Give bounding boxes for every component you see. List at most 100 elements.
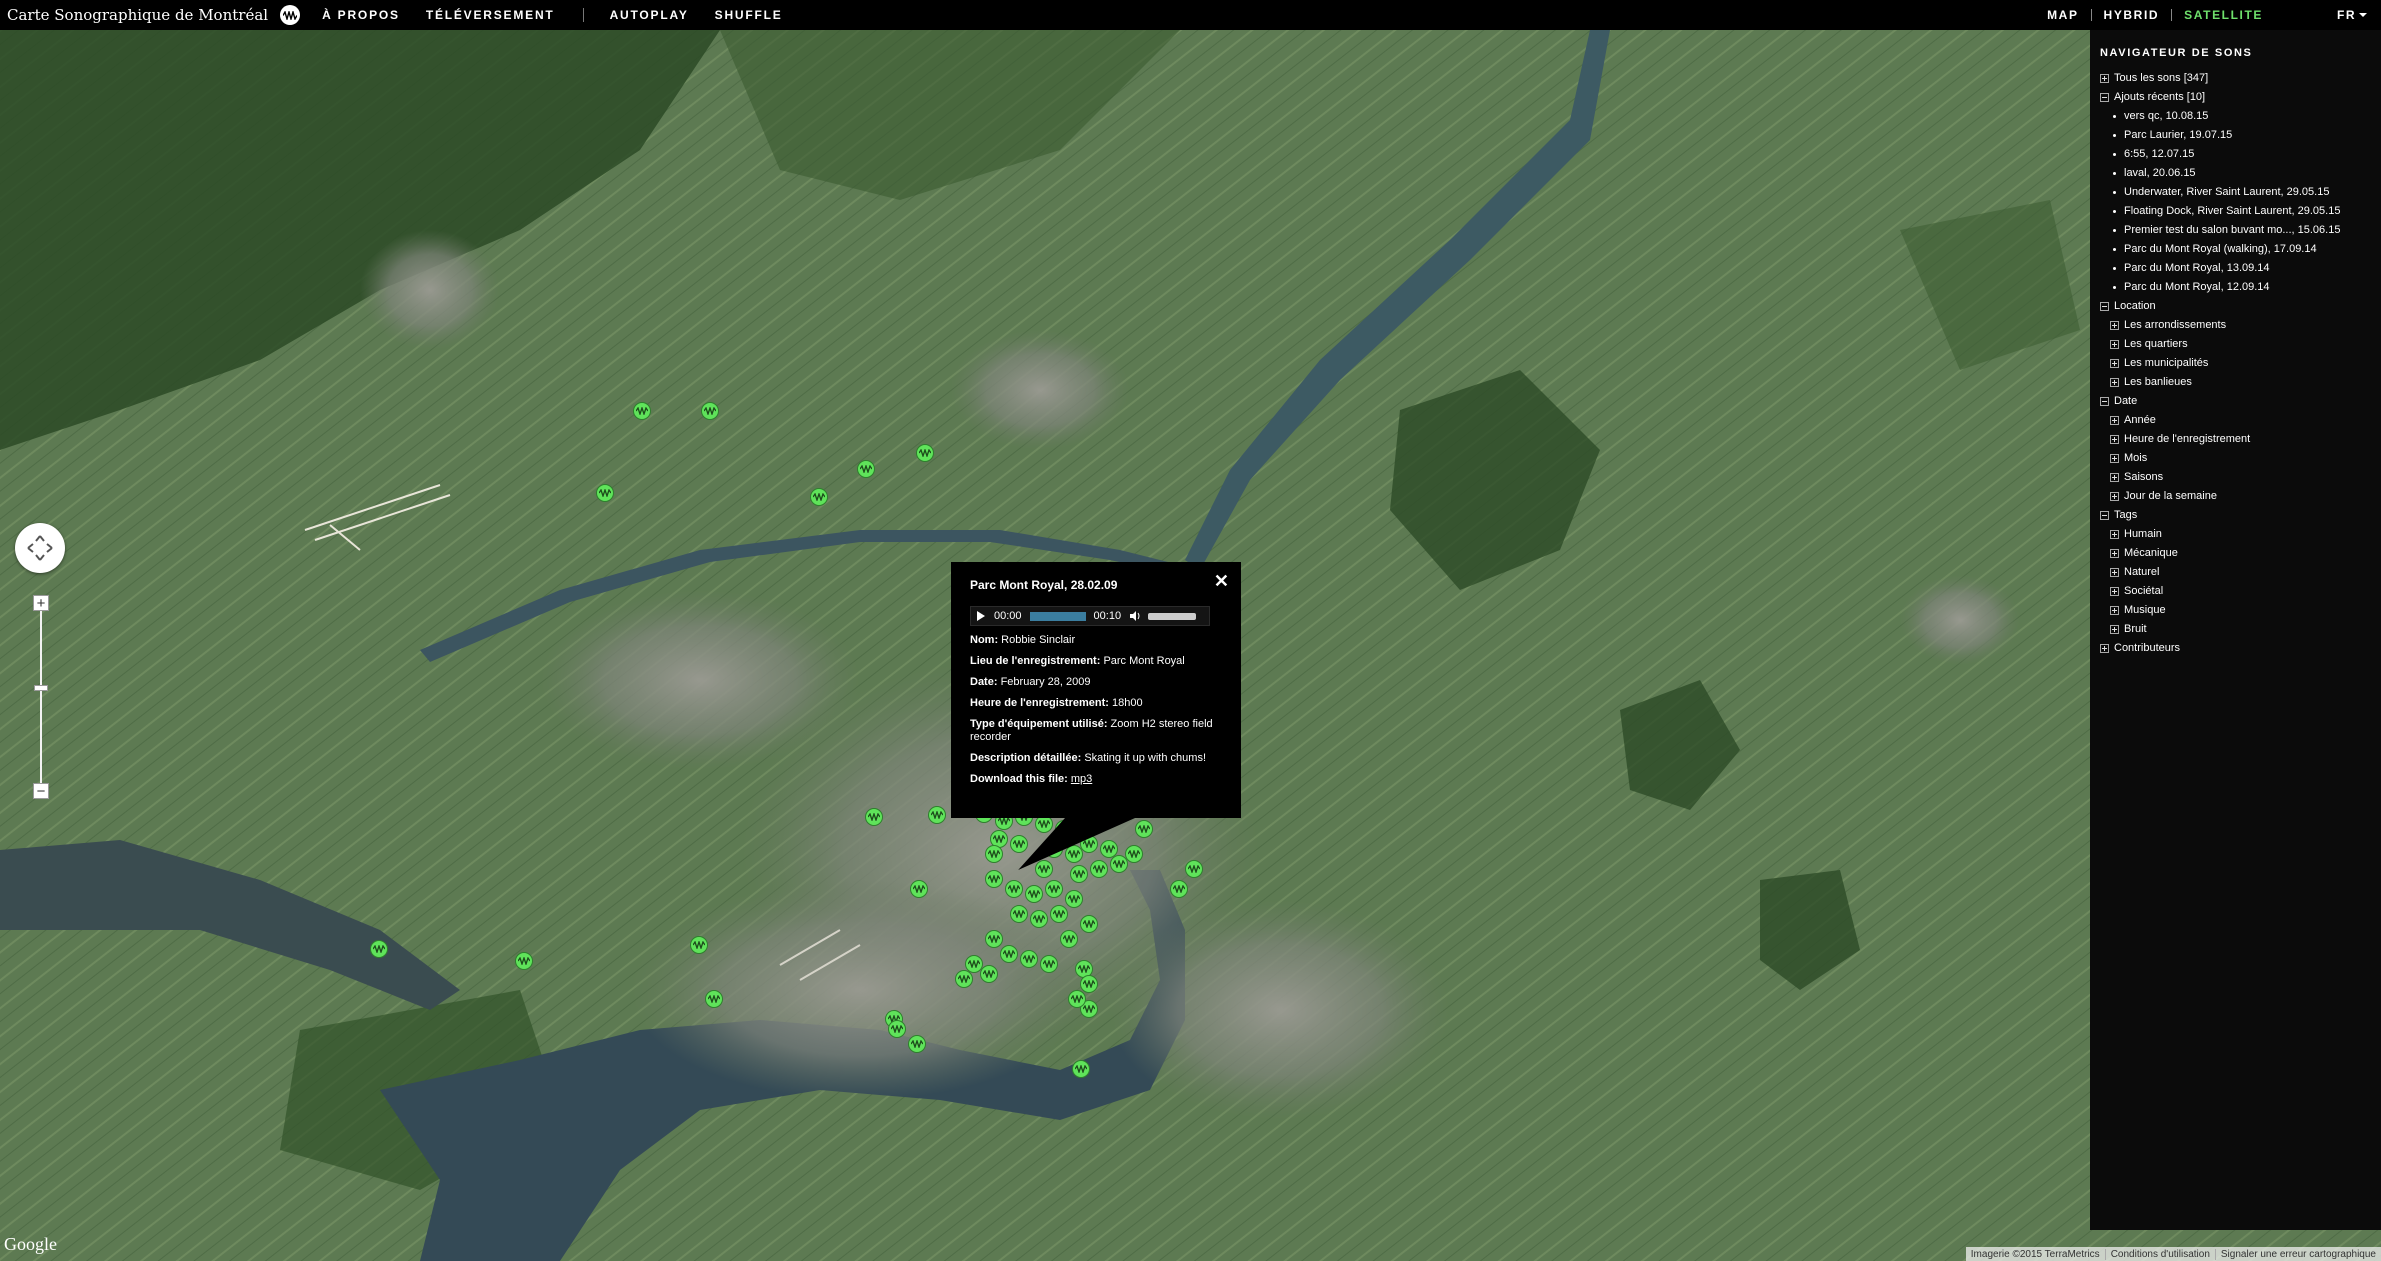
tree-location[interactable]: Location <box>2100 297 2371 316</box>
sound-marker-icon[interactable] <box>515 952 533 970</box>
tree-location-item[interactable]: Les banlieues <box>2100 373 2371 392</box>
tree-tag-item[interactable]: Bruit <box>2100 620 2371 639</box>
sound-marker-icon[interactable] <box>865 808 883 826</box>
recent-sound-item[interactable]: laval, 20.06.15 <box>2100 164 2371 183</box>
sound-marker-icon[interactable] <box>1025 885 1043 903</box>
sound-marker-icon[interactable] <box>1010 905 1028 923</box>
sound-marker-icon[interactable] <box>1135 820 1153 838</box>
tree-date-item[interactable]: Jour de la semaine <box>2100 487 2371 506</box>
expand-icon[interactable] <box>2110 416 2119 425</box>
sound-marker-icon[interactable] <box>955 970 973 988</box>
recent-sound-item[interactable]: Parc Laurier, 19.07.15 <box>2100 126 2371 145</box>
tree-recent-additions[interactable]: Ajouts récents [10] <box>2100 88 2371 107</box>
sound-marker-icon[interactable] <box>1010 835 1028 853</box>
sound-marker-icon[interactable] <box>370 940 388 958</box>
mp3-download-link[interactable]: mp3 <box>1071 773 1092 785</box>
tree-contributors[interactable]: Contributeurs <box>2100 639 2371 658</box>
nav-about[interactable]: À PROPOS <box>322 8 400 22</box>
sound-marker-icon[interactable] <box>985 930 1003 948</box>
sound-marker-icon[interactable] <box>1060 930 1078 948</box>
expand-icon[interactable] <box>2110 321 2119 330</box>
sound-marker-icon[interactable] <box>910 880 928 898</box>
tree-tag-item[interactable]: Musique <box>2100 601 2371 620</box>
expand-icon[interactable] <box>2110 625 2119 634</box>
map-type-satellite[interactable]: SATELLITE <box>2184 8 2263 22</box>
tree-location-item[interactable]: Les quartiers <box>2100 335 2371 354</box>
collapse-icon[interactable] <box>2100 302 2109 311</box>
expand-icon[interactable] <box>2110 454 2119 463</box>
sound-marker-icon[interactable] <box>1080 915 1098 933</box>
expand-icon[interactable] <box>2110 473 2119 482</box>
expand-icon[interactable] <box>2110 492 2119 501</box>
sound-marker-icon[interactable] <box>1068 990 1086 1008</box>
sound-marker-icon[interactable] <box>1040 955 1058 973</box>
sound-marker-icon[interactable] <box>1170 880 1188 898</box>
sound-marker-icon[interactable] <box>705 990 723 1008</box>
collapse-icon[interactable] <box>2100 397 2109 406</box>
sound-marker-icon[interactable] <box>1185 860 1203 878</box>
sound-marker-icon[interactable] <box>701 402 719 420</box>
map-type-map[interactable]: MAP <box>2047 8 2078 22</box>
play-icon[interactable] <box>977 611 985 621</box>
sound-marker-icon[interactable] <box>1050 905 1068 923</box>
recent-sound-item[interactable]: Parc du Mont Royal (walking), 17.09.14 <box>2100 240 2371 259</box>
pan-control[interactable] <box>15 523 65 573</box>
recent-sound-item[interactable]: 6:55, 12.07.15 <box>2100 145 2371 164</box>
expand-icon[interactable] <box>2110 378 2119 387</box>
expand-icon[interactable] <box>2110 530 2119 539</box>
report-error-link[interactable]: Signaler une erreur cartographique <box>2214 1248 2381 1260</box>
recent-sound-item[interactable]: vers qc, 10.08.15 <box>2100 107 2371 126</box>
expand-icon[interactable] <box>2110 359 2119 368</box>
sound-marker-icon[interactable] <box>908 1035 926 1053</box>
sound-marker-icon[interactable] <box>633 402 651 420</box>
expand-icon[interactable] <box>2110 340 2119 349</box>
sound-marker-icon[interactable] <box>1080 975 1098 993</box>
tree-all-sounds[interactable]: Tous les sons [347] <box>2100 69 2371 88</box>
sound-marker-icon[interactable] <box>810 488 828 506</box>
sound-marker-icon[interactable] <box>1005 880 1023 898</box>
nav-upload[interactable]: TÉLÉVERSEMENT <box>426 8 555 22</box>
sound-marker-icon[interactable] <box>980 965 998 983</box>
sound-marker-icon[interactable] <box>1030 910 1048 928</box>
tree-location-item[interactable]: Les arrondissements <box>2100 316 2371 335</box>
sound-marker-icon[interactable] <box>916 444 934 462</box>
tree-date-item[interactable]: Saisons <box>2100 468 2371 487</box>
expand-icon[interactable] <box>2110 549 2119 558</box>
tree-location-item[interactable]: Les municipalités <box>2100 354 2371 373</box>
tree-date-item[interactable]: Heure de l'enregistrement <box>2100 430 2371 449</box>
sound-marker-icon[interactable] <box>596 484 614 502</box>
sound-marker-icon[interactable] <box>1020 950 1038 968</box>
tree-date-item[interactable]: Année <box>2100 411 2371 430</box>
sound-marker-icon[interactable] <box>1072 1060 1090 1078</box>
recent-sound-item[interactable]: Premier test du salon buvant mo..., 15.0… <box>2100 221 2371 240</box>
sound-marker-icon[interactable] <box>1125 845 1143 863</box>
sound-marker-icon[interactable] <box>1000 945 1018 963</box>
language-selector[interactable]: FR <box>2337 0 2367 30</box>
expand-icon[interactable] <box>2110 606 2119 615</box>
sound-marker-icon[interactable] <box>985 845 1003 863</box>
terms-link[interactable]: Conditions d'utilisation <box>2104 1248 2215 1260</box>
sound-marker-icon[interactable] <box>690 936 708 954</box>
collapse-icon[interactable] <box>2100 93 2109 102</box>
close-icon[interactable]: ✕ <box>1214 571 1229 592</box>
zoom-slider-thumb[interactable] <box>34 685 48 691</box>
sound-marker-icon[interactable] <box>1065 890 1083 908</box>
sound-marker-icon[interactable] <box>985 870 1003 888</box>
volume-icon[interactable] <box>1130 611 1142 621</box>
expand-icon[interactable] <box>2110 587 2119 596</box>
tree-date-item[interactable]: Mois <box>2100 449 2371 468</box>
autoplay-button[interactable]: AUTOPLAY <box>610 8 689 22</box>
map-type-hybrid[interactable]: HYBRID <box>2104 8 2160 22</box>
recent-sound-item[interactable]: Underwater, River Saint Laurent, 29.05.1… <box>2100 183 2371 202</box>
zoom-out-button[interactable]: − <box>33 783 49 799</box>
tree-tag-item[interactable]: Humain <box>2100 525 2371 544</box>
recent-sound-item[interactable]: Floating Dock, River Saint Laurent, 29.0… <box>2100 202 2371 221</box>
sound-marker-icon[interactable] <box>857 460 875 478</box>
expand-icon[interactable] <box>2110 435 2119 444</box>
tree-tag-item[interactable]: Naturel <box>2100 563 2371 582</box>
progress-bar[interactable] <box>1029 611 1086 621</box>
sound-marker-icon[interactable] <box>1045 880 1063 898</box>
recent-sound-item[interactable]: Parc du Mont Royal, 13.09.14 <box>2100 259 2371 278</box>
soundwave-logo-icon[interactable] <box>280 5 301 25</box>
tree-tag-item[interactable]: Sociétal <box>2100 582 2371 601</box>
